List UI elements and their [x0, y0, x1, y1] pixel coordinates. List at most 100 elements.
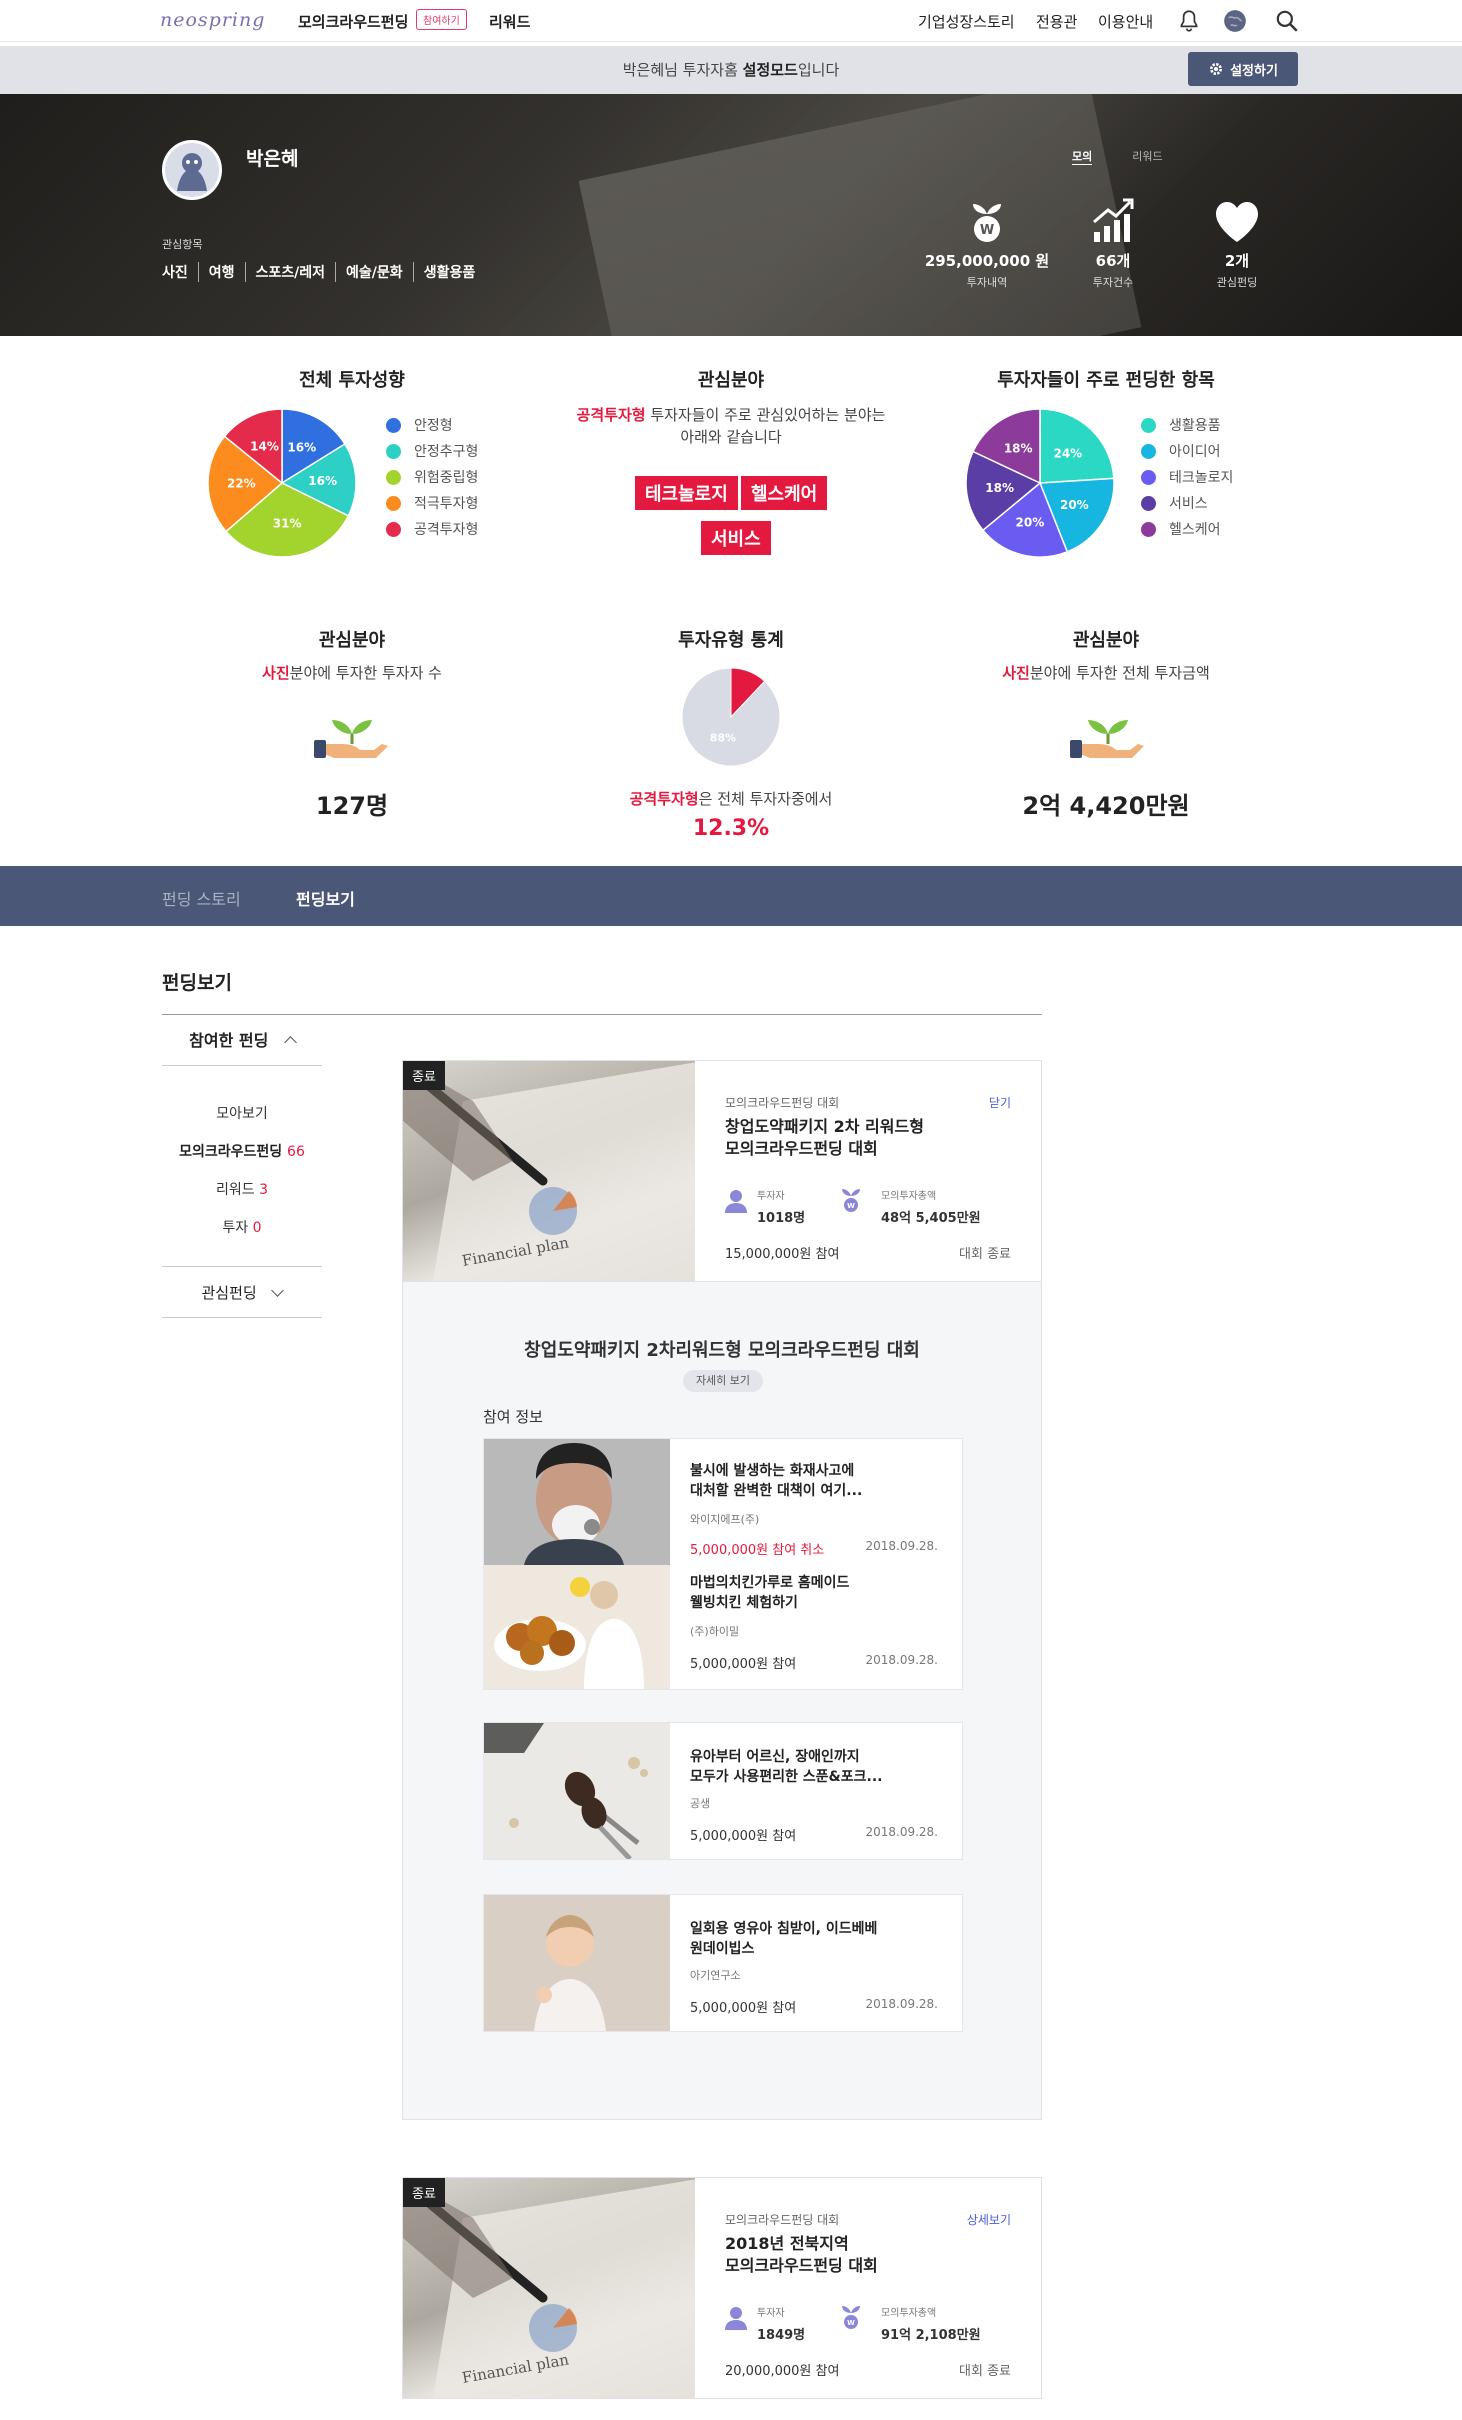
participation-amount: 15,000,000원 참여: [725, 1247, 840, 1262]
participation-item[interactable]: 유아부터 어르신, 장애인까지 모두가 사용편리한 스푼&포크... 공생 5,0…: [483, 1722, 963, 1860]
funded-items-legend: 생활용품 아이디어 테크놀로지 서비스 헬스케어: [1141, 412, 1233, 542]
legend-item: 공격투자형: [386, 516, 478, 542]
panel-title: 창업도약패키지 2차리워드형 모의크라우드펀딩 대회: [524, 1340, 920, 1361]
participation-item[interactable]: 일회용 영유아 침받이, 이드베베 원데이빕스 아기연구소 5,000,000원 …: [483, 1894, 963, 2032]
settings-button-label: 설정하기: [1230, 63, 1278, 79]
type-stats-pie-chart: 88%: [681, 667, 781, 767]
item-image-fire-mask: [484, 1439, 670, 1565]
mode-tabs: 모의 리워드: [1072, 148, 1163, 165]
interest-item: 여행: [197, 262, 245, 282]
pie-data-label: 20%: [1060, 498, 1089, 512]
sprout-hand-icon: [314, 720, 388, 758]
pie-data-label: 18%: [1004, 442, 1033, 456]
nav-reward[interactable]: 리워드: [489, 11, 530, 32]
pie-data-label: 22%: [227, 477, 256, 491]
card-image: Financial plan: [403, 1061, 695, 1281]
tendency-legend: 안정형 안정추구형 위험중립형 적극투자형 공격투자형: [386, 412, 478, 542]
item-company: 아기연구소: [690, 1969, 741, 1982]
contest-status: 대회 종료: [959, 1247, 1011, 1262]
card-image: Financial plan: [403, 2178, 695, 2398]
nav-guide[interactable]: 이용안내: [1098, 11, 1153, 32]
tab-reward[interactable]: 리워드: [1132, 148, 1162, 165]
globe-icon[interactable]: [1222, 8, 1248, 34]
svg-text:W: W: [980, 223, 994, 238]
type-stats-desc: 공격투자형은 전체 투자자중에서: [629, 790, 833, 808]
investors-label: 투자자: [757, 2308, 785, 2319]
detail-button[interactable]: 자세히 보기: [683, 1370, 763, 1392]
funded-items-title: 투자자들이 주로 펀딩한 항목: [997, 370, 1215, 391]
interest-tag[interactable]: 서비스: [701, 521, 771, 555]
item-company: 와이지에프(주): [690, 1513, 760, 1526]
funding-detail-panel: 창업도약패키지 2차리워드형 모의크라우드펀딩 대회 자세히 보기 참여 정보 …: [402, 1281, 1042, 2120]
item-title: 유아부터 어르신, 장애인까지 모두가 사용편리한 스푼&포크...: [690, 1749, 883, 1785]
participation-info-label: 참여 정보: [483, 1408, 543, 1426]
field-investors-value: 127명: [315, 792, 389, 820]
field-amount-title: 관심분야: [1072, 630, 1140, 651]
total-label: 모의투자총액: [881, 1191, 937, 1202]
status-badge: 종료: [403, 1061, 445, 1090]
won-sprout-icon: W: [842, 1189, 860, 1212]
sidebar-item-collect[interactable]: 모아보기: [162, 1103, 322, 1123]
user-name: 박은혜: [246, 148, 299, 170]
tab-funding-view[interactable]: 펀딩보기: [296, 886, 355, 910]
person-icon: [725, 2307, 747, 2330]
total-amount: 48억 5,405만원: [881, 1211, 981, 1226]
site-logo[interactable]: neospring: [160, 9, 265, 31]
interest-item: 스포츠/레저: [244, 262, 336, 282]
tab-mock[interactable]: 모의: [1072, 148, 1093, 165]
sidebar-item-mock[interactable]: 모의크라우드펀딩 66: [162, 1141, 322, 1161]
interest-label: 관심항목: [162, 238, 203, 251]
sidebar-item-reward[interactable]: 리워드 3: [162, 1179, 322, 1199]
bell-icon[interactable]: [1176, 8, 1202, 34]
heart-icon: [1216, 202, 1258, 242]
tendency-title: 전체 투자성향: [299, 370, 405, 391]
tab-funding-story[interactable]: 펀딩 스토리: [162, 886, 241, 910]
status-badge: 종료: [403, 2178, 445, 2207]
item-company: (주)하이밀: [690, 1625, 740, 1638]
funding-card[interactable]: Financial plan 종료 모의크라우드펀딩 대회 닫기 창업도약패키지…: [402, 1060, 1042, 1282]
sidebar-participated-header[interactable]: 참여한 펀딩: [162, 1016, 322, 1066]
pie-data-label: 14%: [250, 439, 279, 453]
item-amount-cancel[interactable]: 5,000,000원 참여 취소: [690, 1539, 824, 1558]
interest-field-desc: 공격투자형 투자자들이 주로 관심있어하는 분야는 아래와 같습니다: [576, 406, 886, 446]
legend-item: 안정형: [386, 412, 478, 438]
participation-amount: 20,000,000원 참여: [725, 2364, 840, 2379]
content-tabs: 펀딩 스토리 펀딩보기: [0, 866, 1462, 926]
stat-label: 관심펀딩: [1216, 276, 1258, 289]
funding-card[interactable]: Financial plan 종료 모의크라우드펀딩 대회 상세보기 2018년…: [402, 2177, 1042, 2399]
search-icon[interactable]: [1274, 8, 1300, 34]
sprout-hand-icon: [1070, 720, 1144, 758]
svg-text:W: W: [847, 1202, 855, 1210]
nav-mock-crowdfunding[interactable]: 모의크라우드펀딩: [298, 11, 408, 32]
item-image-baby: [484, 1895, 670, 2031]
item-image-chicken: [484, 1565, 670, 1689]
total-label: 모의투자총액: [881, 2308, 937, 2319]
participation-item[interactable]: 불시에 발생하는 화재사고에 대처할 완벽한 대책이 여기... 와이지에프(주)…: [483, 1438, 963, 1690]
interest-list: 사진 여행 스포츠/레저 예술/문화 생활용품: [162, 262, 485, 282]
stat-value: 2개: [1224, 252, 1250, 270]
sidebar-item-invest[interactable]: 투자 0: [162, 1217, 322, 1237]
nav-dedicated-hall[interactable]: 전용관: [1036, 11, 1077, 32]
participate-badge[interactable]: 참여하기: [416, 9, 467, 30]
item-title: 일회용 영유아 침받이, 이드베베 원데이빕스: [690, 1921, 878, 1957]
interest-tag[interactable]: 헬스케어: [741, 476, 828, 510]
interest-item: 예술/문화: [335, 262, 413, 282]
pie-data-label: 31%: [273, 516, 302, 530]
card-close-link[interactable]: 닫기: [989, 1094, 1011, 1111]
funded-items-pie-chart: 24% 20% 20% 18% 18%: [965, 408, 1115, 558]
settings-button[interactable]: 설정하기: [1188, 52, 1298, 86]
interest-field-title: 관심분야: [697, 370, 765, 391]
funding-view-title: 펀딩보기: [162, 972, 232, 994]
pie-data-label: 24%: [1053, 446, 1082, 460]
sidebar-interest-header[interactable]: 관심펀딩: [162, 1268, 322, 1318]
avatar[interactable]: [162, 140, 222, 200]
card-title: 2018년 전북지역 모의크라우드펀딩 대회: [725, 2234, 878, 2275]
legend-item: 위험중립형: [386, 464, 478, 490]
won-sprout-icon: W: [842, 2306, 860, 2329]
item-company: 공생: [690, 1797, 711, 1810]
interest-tag[interactable]: 테크놀로지: [635, 476, 738, 510]
chevron-down-icon: [271, 1284, 285, 1297]
pie-slice-기타: [681, 667, 781, 767]
card-detail-link[interactable]: 상세보기: [967, 2211, 1011, 2228]
nav-growth-story[interactable]: 기업성장스토리: [918, 11, 1015, 32]
